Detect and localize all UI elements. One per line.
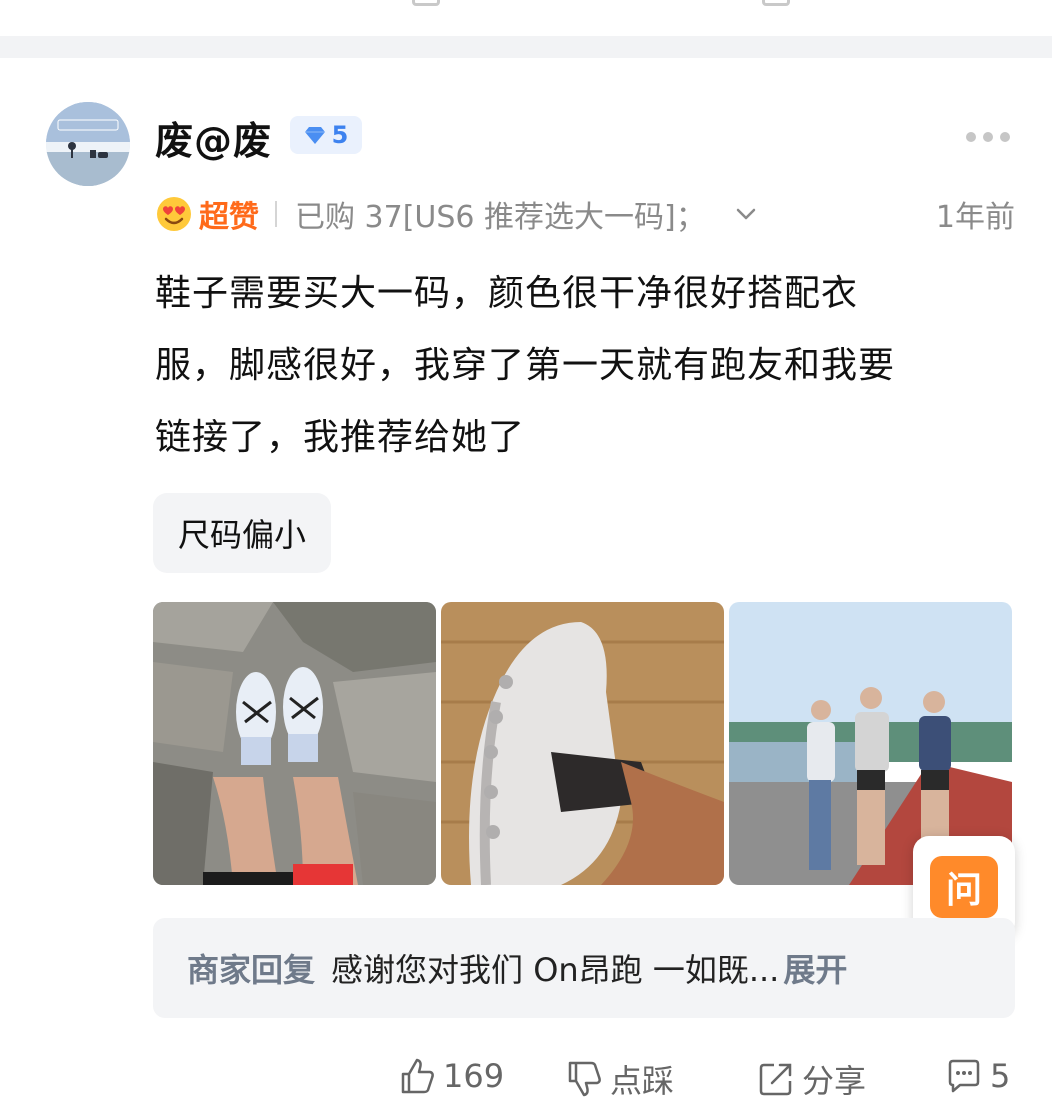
rating-label: 超赞 bbox=[199, 200, 259, 235]
expand-link[interactable]: 展开 bbox=[783, 945, 847, 991]
section-separator bbox=[0, 36, 1052, 58]
level-badge: 5 bbox=[290, 116, 362, 154]
like-count: 169 bbox=[443, 1057, 505, 1095]
merchant-reply[interactable]: 商家回复 感谢您对我们 On昂跑 一如既... 展开 bbox=[153, 918, 1015, 1018]
purchase-info: 已购 37[US6 推荐选大一码]； bbox=[295, 200, 706, 235]
size-tag[interactable]: 尺码偏小 bbox=[153, 493, 332, 573]
chevron-down-icon[interactable] bbox=[734, 202, 758, 226]
heart-eyes-emoji-icon bbox=[157, 197, 191, 231]
thumbs-up-icon bbox=[401, 1058, 434, 1094]
meta-row: 超赞 已购 37[US6 推荐选大一码]； 1年前 bbox=[155, 192, 1015, 236]
review-line: 服，脚感很好，我穿了第一天就有跑友和我要 bbox=[155, 345, 896, 386]
share-button[interactable]: 分享 bbox=[756, 1056, 866, 1097]
review-photo-feet-on-stone[interactable] bbox=[153, 602, 436, 885]
merchant-reply-text: 感谢您对我们 On昂跑 一如既... bbox=[331, 951, 780, 989]
avatar[interactable] bbox=[46, 102, 130, 186]
diamond-icon bbox=[304, 127, 325, 144]
review-line: 鞋子需要买大一码，颜色很干净很好搭配衣 bbox=[155, 273, 859, 314]
time-ago: 1年前 bbox=[935, 200, 1015, 235]
share-label: 分享 bbox=[802, 1062, 867, 1097]
more-dots-icon[interactable] bbox=[966, 128, 1012, 146]
dislike-button[interactable]: 点踩 bbox=[564, 1056, 674, 1097]
previous-action-icon bbox=[762, 0, 790, 6]
top-strip bbox=[0, 0, 1052, 36]
comment-count: 5 bbox=[990, 1057, 1011, 1095]
dislike-label: 点踩 bbox=[610, 1062, 675, 1097]
share-icon bbox=[759, 1063, 792, 1096]
review-text: 鞋子需要买大一码，颜色很干净很好搭配衣 服，脚感很好，我穿了第一天就有跑友和我要… bbox=[155, 258, 1015, 474]
meta-divider bbox=[275, 201, 277, 227]
level-number: 5 bbox=[331, 121, 349, 149]
review-photo-shoe-closeup[interactable] bbox=[441, 602, 724, 885]
previous-action-icon bbox=[412, 0, 440, 6]
like-button[interactable]: 169 bbox=[397, 1056, 504, 1096]
action-bar: 169 点踩 分享 5 bbox=[0, 1056, 1052, 1097]
review-line: 链接了，我推荐给她了 bbox=[155, 417, 526, 458]
comment-icon bbox=[948, 1059, 980, 1093]
ask-bubble-icon: 问 bbox=[930, 856, 998, 930]
thumbs-down-icon bbox=[568, 1061, 601, 1097]
comment-button[interactable]: 5 bbox=[944, 1056, 1010, 1096]
username[interactable]: 废@废 bbox=[155, 110, 272, 165]
merchant-reply-label: 商家回复 bbox=[187, 951, 316, 989]
